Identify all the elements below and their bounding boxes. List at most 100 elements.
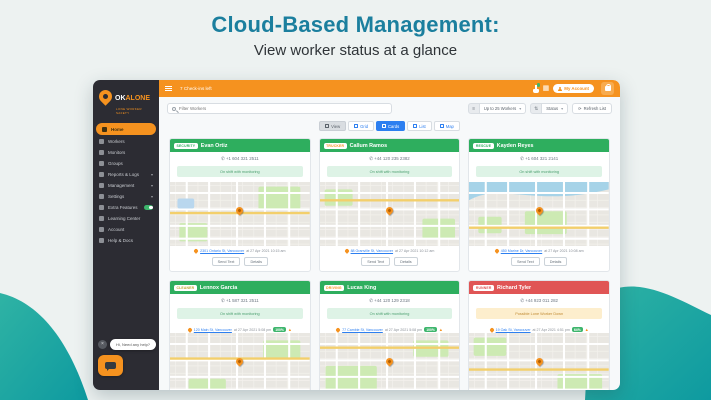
location-time: at 27 Apr 2021 10:15 am: [246, 249, 285, 253]
worker-card-header: RUNNERRichard Tyler: [469, 281, 609, 294]
sidebar-item-label: Management: [108, 183, 134, 188]
send-text-button[interactable]: Send Text: [511, 257, 540, 266]
location-link[interactable]: 120 Main St, Vancouver: [194, 328, 232, 332]
sidebar-item-workers[interactable]: Workers: [93, 136, 159, 147]
worker-map[interactable]: [469, 182, 609, 246]
location-link[interactable]: 77 Cambie St, Vancouver: [342, 328, 383, 332]
sidebar-item-account[interactable]: Account: [93, 224, 159, 235]
refresh-list-button[interactable]: ⟳ Refresh List: [572, 103, 612, 114]
limit-icon-button[interactable]: ≡: [468, 103, 480, 114]
signal-icon: ▲: [439, 327, 443, 332]
sort-icon-button[interactable]: ⇅: [530, 103, 542, 114]
worker-map[interactable]: [320, 182, 460, 246]
location-time: at 27 Apr 2021 10:12 am: [395, 249, 434, 253]
feature-toggle[interactable]: [144, 205, 153, 210]
hamburger-menu-icon[interactable]: [165, 85, 172, 93]
beta-flask-icon[interactable]: [533, 85, 539, 93]
sidebar-item-home[interactable]: Home: [96, 123, 156, 135]
worker-location: 450 Marine Dr, Vancouverat 27 Apr 2021 1…: [469, 246, 609, 254]
details-button[interactable]: Details: [394, 257, 418, 266]
view-toggle-map[interactable]: Map: [434, 121, 460, 131]
worker-status-pill: On shift with monitoring: [327, 166, 453, 177]
filter-workers-input[interactable]: [179, 106, 387, 111]
worker-map[interactable]: [170, 182, 310, 246]
sort-select[interactable]: Status▾: [542, 103, 568, 114]
worker-group-badge: DRIVING: [324, 285, 345, 291]
worker-group-badge: SECURITY: [174, 143, 198, 149]
worker-group-badge: TRUCKER: [324, 143, 347, 149]
signal-icon: ▲: [585, 327, 589, 332]
view-toggle-list[interactable]: List: [407, 121, 432, 131]
details-button[interactable]: Details: [244, 257, 268, 266]
location-link[interactable]: 450 Marine Dr, Vancouver: [501, 249, 542, 253]
worker-card-header: DRIVINGLucas King: [320, 281, 460, 294]
worker-card: CLEANERLennox Garcia✆ +1 587 321 2511On …: [169, 280, 311, 390]
page-title: Cloud-Based Management:: [0, 12, 711, 38]
shopping-bag-icon: [605, 86, 611, 91]
worker-limit-select[interactable]: Up to 25 Workers▾: [480, 103, 527, 114]
sidebar-item-management[interactable]: Management ▾: [93, 180, 159, 191]
location-link[interactable]: 88 Granville St, Vancouver: [351, 249, 393, 253]
worker-status-pill: On shift with monitoring: [327, 308, 453, 319]
sidebar-item-extra-features[interactable]: Extra Features: [93, 202, 159, 213]
logo-text-ok: OK: [115, 95, 126, 102]
view-toggle-grid[interactable]: Grid: [348, 121, 374, 131]
sidebar: OKALONE LONE WORKER SAFETY Home Workers Mo…: [93, 80, 159, 390]
view-toggle-view[interactable]: View: [319, 121, 346, 131]
hero: Cloud-Based Management: View worker stat…: [0, 12, 711, 59]
send-text-button[interactable]: Send Text: [212, 257, 241, 266]
send-text-button[interactable]: Send Text: [361, 257, 390, 266]
sidebar-item-label: Reports & Logs: [108, 172, 139, 177]
sidebar-item-monitors[interactable]: Monitors: [93, 147, 159, 158]
sidebar-item-learning-center[interactable]: Learning Center: [93, 213, 159, 224]
signal-icon: ▲: [288, 327, 292, 332]
location-time: at 27 Apr 2021 5:08 pm: [385, 328, 422, 332]
details-button[interactable]: Details: [544, 257, 568, 266]
sidebar-item-help-docs[interactable]: Help & Docs: [93, 235, 159, 246]
worker-location: 2301 Ontario St, Vancouverat 27 Apr 2021…: [170, 246, 310, 254]
sidebar-item-groups[interactable]: Groups: [93, 158, 159, 169]
chat-bubble[interactable]: Hi, Need any help?: [110, 339, 156, 350]
app-logo: OKALONE LONE WORKER SAFETY: [93, 80, 159, 120]
chevron-down-icon: ▾: [151, 183, 153, 188]
store-button[interactable]: [601, 82, 614, 95]
location-pin-icon: [187, 327, 193, 333]
filter-search[interactable]: [167, 103, 392, 114]
chevron-down-icon: ▾: [519, 106, 521, 111]
worker-map[interactable]: [469, 333, 609, 390]
list-view-icon: [413, 124, 417, 128]
sidebar-item-label: Monitors: [108, 150, 125, 155]
worker-card: DRIVINGLucas King✆ +44 120 129 2318On sh…: [319, 280, 461, 390]
view-toggle-cards[interactable]: Cards: [376, 121, 405, 131]
sidebar-item-label: Home: [111, 127, 124, 132]
worker-group-badge: CLEANER: [174, 285, 197, 291]
view-view-icon: [325, 124, 329, 128]
logo-text-alone: ALONE: [126, 95, 151, 102]
card-actions: Send Text Details: [320, 254, 460, 271]
help-icon: [99, 238, 104, 243]
worker-card: RUNNERRichard Tyler✆ +44 923 011 282Poss…: [468, 280, 610, 390]
sidebar-item-settings[interactable]: Settings▾: [93, 191, 159, 202]
location-pin-icon: [494, 248, 500, 254]
location-link[interactable]: 19 Oak St, Vancouver: [496, 328, 531, 332]
sidebar-item-reports-logs[interactable]: Reports & Logs▾: [93, 169, 159, 180]
worker-group-badge: RUNNER: [473, 285, 494, 291]
location-link[interactable]: 2301 Ontario St, Vancouver: [200, 249, 244, 253]
worker-status-pill: On shift with monitoring: [177, 308, 303, 319]
my-account-button[interactable]: My Account: [553, 84, 594, 93]
brand-pin-icon: [96, 87, 114, 105]
chat-launcher-button[interactable]: [98, 355, 123, 376]
sidebar-item-label: Extra Features: [108, 205, 138, 210]
worker-map[interactable]: [320, 333, 460, 390]
location-pin-icon: [335, 327, 341, 333]
sidebar-item-label: Help & Docs: [108, 238, 133, 243]
sidebar-item-label: Settings: [108, 194, 124, 199]
location-pin-icon: [344, 248, 350, 254]
apps-grid-icon[interactable]: ▦: [543, 85, 550, 92]
map-view-icon: [440, 124, 444, 128]
worker-map[interactable]: [170, 333, 310, 390]
location-time: at 27 Apr 2021 5:08 pm: [234, 328, 271, 332]
monitors-icon: [99, 150, 104, 155]
battery-badge: 100%: [424, 327, 437, 332]
chat-close-icon[interactable]: ×: [98, 340, 107, 349]
